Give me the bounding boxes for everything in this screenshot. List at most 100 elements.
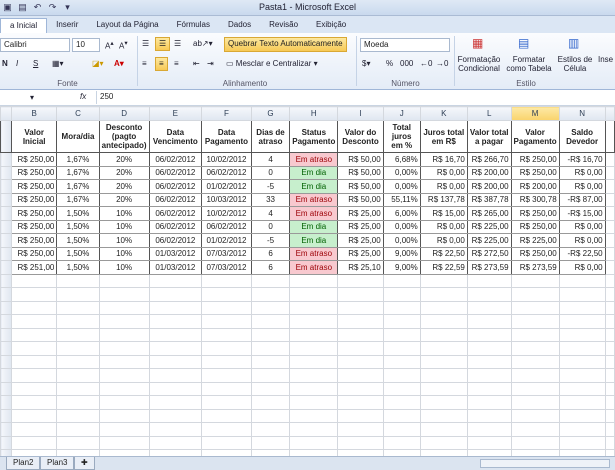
data-cell[interactable]: 10% [98, 206, 150, 221]
cell[interactable] [201, 422, 252, 437]
cell[interactable] [148, 287, 203, 302]
data-cell[interactable]: 1,50% [56, 219, 100, 234]
cell[interactable] [10, 327, 58, 342]
cell[interactable] [604, 233, 615, 248]
cell[interactable] [201, 395, 252, 410]
cell[interactable] [419, 314, 468, 329]
align-middle-icon[interactable]: ☰ [155, 37, 171, 51]
data-cell[interactable]: R$ 250,00 [510, 165, 560, 180]
column-header[interactable]: C [56, 106, 100, 121]
cell[interactable] [289, 341, 339, 356]
cell[interactable] [250, 381, 291, 396]
cell[interactable] [56, 354, 100, 369]
cell[interactable] [466, 341, 512, 356]
insert-sheet-icon[interactable]: ✚ [74, 457, 95, 470]
data-cell[interactable]: 4 [250, 206, 291, 221]
cell[interactable] [289, 408, 339, 423]
cell[interactable] [604, 273, 615, 288]
data-cell[interactable]: 0,00% [382, 233, 421, 248]
cell[interactable] [98, 314, 150, 329]
bold-icon[interactable]: N [2, 59, 8, 68]
data-cell[interactable]: R$ 200,00 [466, 165, 512, 180]
cell[interactable] [250, 273, 291, 288]
data-cell[interactable]: 10/02/2012 [201, 152, 252, 167]
data-cell[interactable]: R$ 0,00 [558, 233, 606, 248]
cell[interactable] [201, 381, 252, 396]
align-top-icon[interactable]: ☰ [142, 39, 149, 48]
cell[interactable] [250, 368, 291, 383]
cell[interactable] [201, 314, 252, 329]
number-format-select[interactable]: Moeda [360, 38, 450, 52]
cell[interactable] [337, 381, 384, 396]
cell[interactable] [382, 273, 421, 288]
data-cell[interactable]: R$ 200,00 [510, 179, 560, 194]
tab-4[interactable]: Dados [219, 18, 260, 33]
data-cell[interactable]: 06/02/2012 [148, 165, 203, 180]
cell[interactable] [10, 287, 58, 302]
cell[interactable] [98, 287, 150, 302]
status-cell[interactable]: Em dia [289, 165, 339, 180]
cell[interactable] [289, 395, 339, 410]
cell[interactable] [382, 341, 421, 356]
cell[interactable] [419, 381, 468, 396]
wrap-text-button[interactable]: Quebrar Texto Automaticamente [224, 37, 347, 52]
cell[interactable] [10, 408, 58, 423]
data-cell[interactable]: 07/03/2012 [201, 246, 252, 261]
data-cell[interactable]: 0,00% [382, 219, 421, 234]
data-cell[interactable]: 6 [250, 260, 291, 275]
cell[interactable] [604, 327, 615, 342]
cell[interactable] [419, 300, 468, 315]
cell[interactable] [289, 314, 339, 329]
cell[interactable] [148, 314, 203, 329]
data-cell[interactable]: R$ 22,50 [419, 246, 468, 261]
header-cell[interactable]: Valor total a pagar [466, 120, 512, 153]
header-cell[interactable]: Total juros em % [382, 120, 421, 153]
data-cell[interactable]: 1,50% [56, 233, 100, 248]
cell[interactable] [148, 408, 203, 423]
cell[interactable] [382, 381, 421, 396]
cell[interactable] [558, 341, 606, 356]
header-cell[interactable]: Valor Inicial [10, 120, 58, 153]
header-cell[interactable]: Desconto (pagto antecipado) [98, 120, 150, 153]
cell[interactable] [466, 435, 512, 450]
row-header[interactable] [0, 314, 12, 329]
data-cell[interactable]: 20% [98, 179, 150, 194]
data-cell[interactable]: R$ 250,00 [510, 152, 560, 167]
cell[interactable] [289, 354, 339, 369]
cell[interactable] [250, 327, 291, 342]
name-box-dropdown-icon[interactable]: ▾ [30, 93, 34, 102]
cell[interactable] [604, 152, 615, 167]
cell[interactable] [466, 314, 512, 329]
cell[interactable] [148, 395, 203, 410]
data-cell[interactable]: R$ 15,00 [419, 206, 468, 221]
data-cell[interactable]: R$ 25,00 [337, 233, 384, 248]
conditional-format-button[interactable]: Formatação Condicional [456, 55, 502, 73]
cell[interactable] [148, 422, 203, 437]
data-cell[interactable]: R$ 273,59 [510, 260, 560, 275]
grow-font-icon[interactable]: A▴ [105, 39, 114, 51]
data-cell[interactable]: R$ 250,00 [10, 152, 58, 167]
cell[interactable] [382, 408, 421, 423]
data-cell[interactable]: R$ 50,00 [337, 152, 384, 167]
cell[interactable] [419, 395, 468, 410]
data-cell[interactable]: -5 [250, 179, 291, 194]
cell[interactable] [510, 327, 560, 342]
cell[interactable] [419, 341, 468, 356]
data-cell[interactable]: R$ 225,00 [466, 219, 512, 234]
sheet-tab-plan3[interactable]: Plan3 [40, 457, 75, 470]
cell[interactable] [250, 314, 291, 329]
cell[interactable] [10, 368, 58, 383]
data-cell[interactable]: 0 [250, 219, 291, 234]
cell[interactable] [558, 408, 606, 423]
cell[interactable] [10, 422, 58, 437]
cell[interactable] [510, 435, 560, 450]
data-cell[interactable]: 10% [98, 233, 150, 248]
data-cell[interactable]: R$ 25,00 [337, 206, 384, 221]
cell[interactable] [466, 408, 512, 423]
data-cell[interactable]: R$ 266,70 [466, 152, 512, 167]
data-cell[interactable]: R$ 272,50 [466, 246, 512, 261]
cell[interactable] [337, 368, 384, 383]
cell[interactable] [604, 300, 615, 315]
cell[interactable] [148, 273, 203, 288]
cell[interactable] [201, 354, 252, 369]
